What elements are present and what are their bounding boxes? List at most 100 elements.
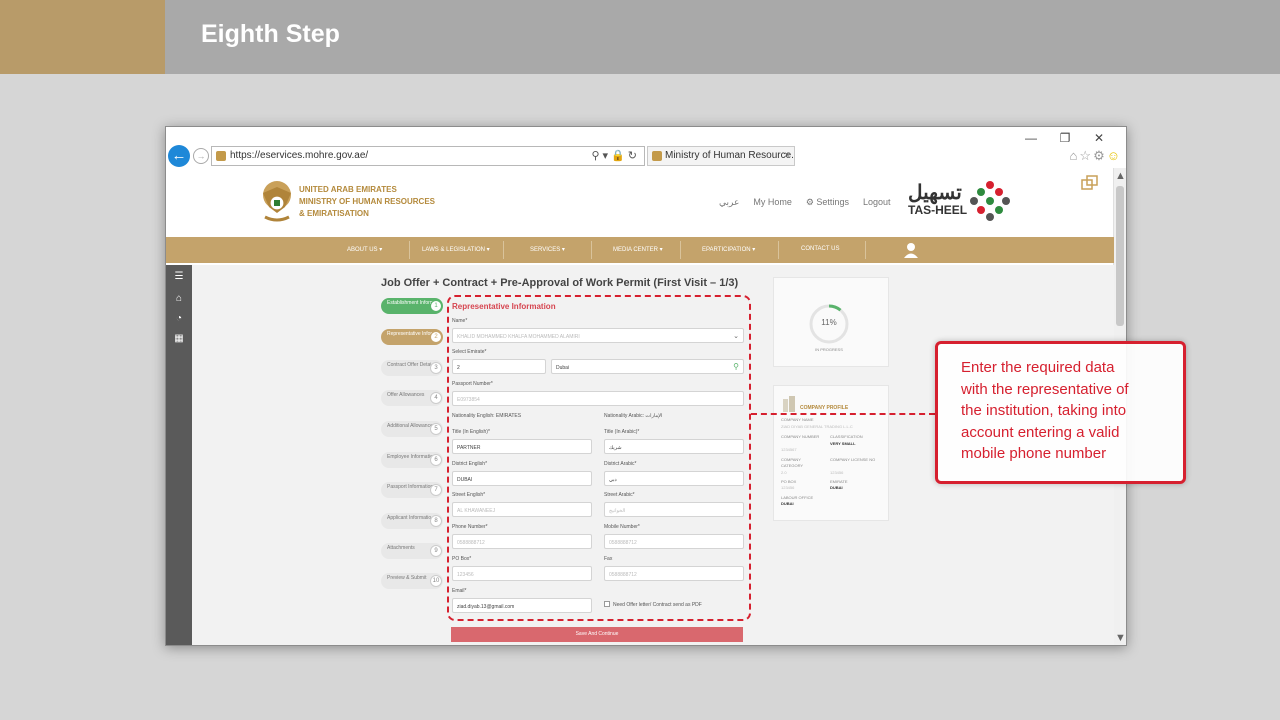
window-controls: — ❐ ✕: [1014, 131, 1116, 145]
fax-field[interactable]: 0588888712: [604, 566, 744, 581]
favorites-star-icon[interactable]: ☆: [1079, 148, 1093, 163]
step-establishment-information[interactable]: Establishment Inform... 1: [381, 298, 443, 314]
nav-eparticipation[interactable]: EPARTICIPATION ▾: [702, 246, 755, 253]
nationality-english: Nationality English: EMIRATES: [452, 413, 522, 419]
email-field[interactable]: ziad.diyab.13@gmail.com: [452, 598, 592, 613]
classification-value: VERY SMALL: [830, 441, 856, 446]
side-toolbar: ☰ ⌂ ◔ ▦: [166, 265, 192, 645]
mobile-field[interactable]: 0588888712: [604, 534, 744, 549]
company-license-value: 123456: [830, 470, 844, 475]
slide-title: Eighth Step: [201, 20, 340, 48]
page-title: Job Offer + Contract + Pre-Approval of W…: [381, 277, 739, 289]
fax-label: Fax: [604, 556, 613, 562]
step-attachments[interactable]: Attachments 9: [381, 543, 443, 559]
calendar-icon[interactable]: ▦: [173, 333, 185, 345]
title-english-field[interactable]: PARTNER: [452, 439, 592, 454]
browser-tab[interactable]: Ministry of Human Resource... ×: [647, 146, 795, 166]
passport-field[interactable]: E0973854: [452, 391, 744, 406]
scroll-thumb[interactable]: [1116, 186, 1124, 326]
tasheel-brand: تسهيل TAS-HEEL: [908, 182, 968, 217]
forward-arrow-icon[interactable]: →: [193, 148, 209, 164]
nav-contact-us[interactable]: CONTACT US: [801, 246, 839, 252]
nav-separator: [503, 241, 504, 259]
chevron-down-icon: ⌄: [733, 333, 739, 340]
logout-link[interactable]: Logout: [863, 197, 891, 207]
address-tools[interactable]: ⚲▾🔒↻: [592, 149, 641, 162]
feedback-smiley-icon[interactable]: ☺: [1107, 148, 1122, 163]
nav-services[interactable]: SERVICES ▾: [530, 246, 565, 253]
my-home-link[interactable]: My Home: [753, 197, 792, 207]
address-url: https://eservices.mohre.gov.ae/: [230, 150, 369, 161]
progress-label: IN PROGRESS: [815, 347, 843, 352]
nav-separator: [865, 241, 866, 259]
company-name-label: COMPANY NAME: [781, 417, 814, 422]
nav-about-us[interactable]: ABOUT US ▾: [347, 246, 382, 253]
title-arabic-field[interactable]: شريك: [604, 439, 744, 454]
arabic-link[interactable]: عربي: [719, 197, 739, 207]
save-and-continue-button[interactable]: Save And Continue: [451, 627, 743, 642]
address-bar[interactable]: https://eservices.mohre.gov.ae/ ⚲▾🔒↻: [211, 146, 645, 166]
menu-icon[interactable]: ☰: [173, 271, 185, 283]
scroll-up-arrow-icon[interactable]: ▲: [1115, 170, 1126, 182]
title-english-label: Title (In English)*: [452, 429, 490, 435]
company-number-value: 1234567: [781, 447, 797, 452]
pdf-checkbox-label: Need Offer letter/ Contract send as PDF: [613, 602, 702, 608]
company-emirate-value: DUBAI: [830, 485, 843, 490]
header-accent-block: [0, 0, 165, 74]
classification-label: CLASSIFICATION: [830, 434, 863, 439]
search-icon[interactable]: ⚲: [733, 362, 739, 371]
tab-close-icon[interactable]: ×: [784, 150, 790, 161]
tab-favicon-icon: [652, 151, 662, 161]
company-pobox-value: 123456: [781, 485, 795, 490]
home-icon[interactable]: ⌂: [173, 293, 185, 305]
tasheel-dots-logo: [970, 181, 1010, 221]
step-passport-information[interactable]: Passport Information 7: [381, 482, 443, 498]
nav-separator: [591, 241, 592, 259]
uae-emblem-logo: [263, 181, 291, 222]
step-offer-allowances[interactable]: Offer Allowances 4: [381, 390, 443, 406]
restore-button[interactable]: ❐: [1048, 131, 1082, 145]
step-preview-submit[interactable]: Preview & Submit 10: [381, 573, 443, 589]
emirate-field[interactable]: Dubai ⚲: [551, 359, 744, 374]
step-additional-allowances[interactable]: Additional Allowances 5: [381, 421, 443, 437]
company-license-label: COMPANY LICENSE NO: [830, 457, 876, 462]
browser-toolbar: ⌂☆⚙☺: [1070, 148, 1122, 164]
minimize-button[interactable]: —: [1014, 131, 1048, 145]
form-heading: Representative Information: [452, 302, 556, 311]
user-icon[interactable]: [904, 242, 918, 258]
settings-link[interactable]: ⚙ Settings: [806, 197, 849, 207]
emirate-code-field[interactable]: 2: [452, 359, 546, 374]
step-contract-offer-details[interactable]: Contract Offer Detai... 3: [381, 360, 443, 376]
home-icon[interactable]: ⌂: [1070, 148, 1080, 163]
back-arrow-icon[interactable]: ←: [168, 145, 190, 167]
nav-media-center[interactable]: MEDIA CENTER ▾: [613, 246, 663, 253]
nav-separator: [778, 241, 779, 259]
title-arabic-label: Title (In Arabic)*: [604, 429, 640, 435]
street-english-field[interactable]: AL KHAWANEEJ: [452, 502, 592, 517]
pobox-field[interactable]: 123456: [452, 566, 592, 581]
close-button[interactable]: ✕: [1082, 131, 1116, 145]
scroll-down-arrow-icon[interactable]: ▼: [1115, 632, 1126, 644]
building-icon: [783, 396, 795, 412]
mobile-label: Mobile Number*: [604, 524, 640, 530]
district-arabic-field[interactable]: دبي: [604, 471, 744, 486]
gear-icon[interactable]: ⚙: [1093, 148, 1107, 163]
step-employee-information[interactable]: Employee Information 6: [381, 452, 443, 468]
phone-field[interactable]: 0588888712: [452, 534, 592, 549]
callout-text: Enter the required data with the represe…: [961, 359, 1129, 462]
pdf-checkbox[interactable]: [604, 601, 610, 607]
step-representative-information[interactable]: Representative Infor... 2: [381, 329, 443, 345]
top-links: عربي My Home ⚙ Settings Logout: [719, 197, 904, 208]
name-label: Name*: [452, 318, 468, 324]
company-category-value: 2.0: [781, 470, 787, 475]
name-select[interactable]: KHALID MOHAMMED KHALFA MOHAMMED ALAMIRI ⌄: [452, 328, 744, 343]
phone-label: Phone Number*: [452, 524, 488, 530]
windows-icon[interactable]: [1081, 175, 1099, 191]
progress-value: 11%: [821, 318, 837, 327]
step-applicant-information[interactable]: Applicant Informatio... 8: [381, 513, 443, 529]
district-english-field[interactable]: DUBAI: [452, 471, 592, 486]
pie-chart-icon[interactable]: ◔: [173, 313, 185, 325]
nav-laws-legislation[interactable]: LAWS & LEGISLATION ▾: [422, 246, 490, 253]
street-arabic-field[interactable]: الخوانيج: [604, 502, 744, 517]
company-number-label: COMPANY NUMBER: [781, 434, 820, 439]
